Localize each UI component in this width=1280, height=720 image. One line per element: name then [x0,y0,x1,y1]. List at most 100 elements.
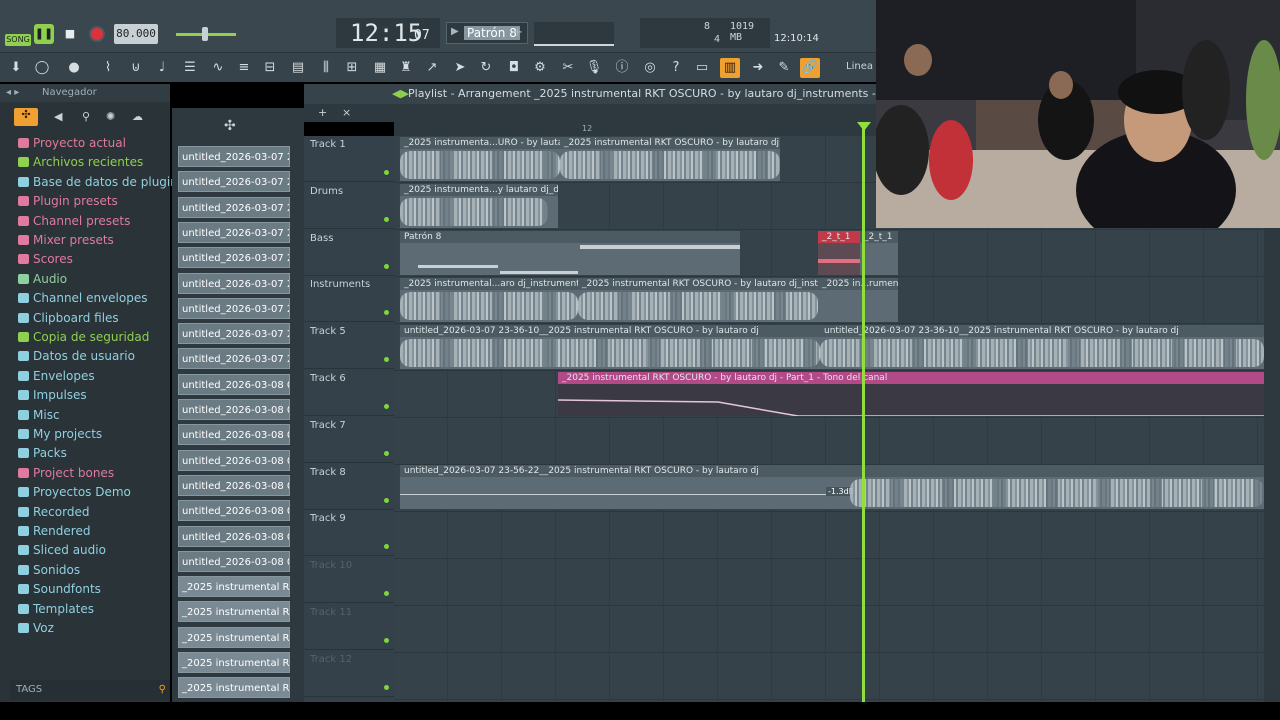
project-icon[interactable]: ▦ [370,58,390,78]
track-enable-led[interactable] [384,497,389,503]
disk-icon[interactable]: ◘ [504,58,524,78]
picker-clip[interactable]: untitled_2026-03-08 00-... [178,500,290,522]
playlist-icon[interactable]: ▤ [288,58,308,78]
picker-clip[interactable]: untitled_2026-03-07 23-... [178,196,290,218]
picker-clip[interactable]: untitled_2026-03-07 23-... [178,221,290,243]
tempo-display[interactable]: 80.000 [114,24,158,44]
browser-options-icon[interactable]: ✣ [14,108,38,126]
picker-clip[interactable]: _2025 instrumental R... [178,652,290,673]
snap-label[interactable]: Linea [846,61,873,72]
tags-bar[interactable]: TAGS ⚲ [10,680,170,700]
pattern-clip[interactable]: _2_t_1 [860,231,898,275]
mixer-icon[interactable]: ☰ [180,58,200,78]
pattern-icon[interactable]: ⊟ [260,58,280,78]
vertical-scrollbar[interactable] [1264,228,1280,702]
browser-arrows-icon[interactable]: ◂ ▸ [6,87,19,98]
picker-clip[interactable]: untitled_2026-03-07 23-... [178,272,290,294]
picker-clip[interactable]: untitled_2026-03-08 00-... [178,474,290,496]
browser-item[interactable]: Templates [18,600,94,618]
pause-button[interactable]: ❚❚ [34,24,54,44]
pattern-clip[interactable]: _2025 instrumental RKT OSCURO - by lauta… [578,278,818,322]
picker-clip[interactable]: untitled_2026-03-07 23-... [178,348,290,370]
track-enable-led[interactable] [384,357,389,363]
picker-clip[interactable]: untitled_2026-03-07 23-... [178,146,290,167]
track-enable-led[interactable] [384,684,389,690]
browser-item[interactable]: Scores [18,250,73,268]
pattern-clip[interactable]: _2_t_1 [818,231,860,275]
record-mode-icon[interactable]: ● [64,58,84,78]
track-header[interactable]: Track 6 [304,370,394,416]
track-header[interactable]: Track 1 [304,136,394,182]
track-header[interactable]: Track 11 [304,604,394,650]
browser-item[interactable]: Impulses [18,386,87,404]
picker-clip[interactable]: untitled_2026-03-07 23-... [178,171,290,193]
browser-item[interactable]: Clipboard files [18,309,119,327]
save-icon[interactable]: ⬇ [6,58,26,78]
track-enable-led[interactable] [384,638,389,643]
track-enable-led[interactable] [384,450,389,456]
browser-folder-icon[interactable]: ◀ [54,110,62,123]
pattern-clip[interactable]: Patrón 8 [400,231,740,275]
browser-item[interactable]: Sonidos [18,561,80,579]
typing-keyboard-icon[interactable]: ⌇ [98,58,118,78]
track-enable-led[interactable] [384,263,389,269]
picker-move-icon[interactable]: ✣ [224,118,236,134]
plugin-icon[interactable]: ♜ [396,58,416,78]
tags-search-icon[interactable]: ⚲ [159,680,166,700]
track-header[interactable]: Track 5 [304,323,394,370]
metronome-icon[interactable]: ◯ [32,58,52,78]
browser-item[interactable]: Copia de seguridad [18,328,149,346]
picker-clip[interactable]: untitled_2026-03-08 00-... [178,550,290,572]
link-icon[interactable]: 🔗 [800,58,820,78]
browser-item[interactable]: Misc [18,406,60,424]
browser-item[interactable]: Voz [18,619,54,637]
picker-clip[interactable]: untitled_2026-03-07 23-... [178,247,290,269]
browser-item[interactable]: Recorded [18,503,89,521]
browser-item[interactable]: My projects [18,425,102,443]
track-enable-led[interactable] [384,544,389,550]
track-enable-led[interactable] [384,216,389,222]
picker-clip[interactable]: _2025 instrumental R... [178,576,290,598]
piano-roll-icon[interactable]: ⊞ [342,58,362,78]
picker-clip[interactable]: untitled_2026-03-08 00-... [178,373,290,395]
pattern-clip[interactable]: _2025 instrumental...aro dj_instruments [400,278,578,322]
playhead-marker-icon[interactable] [857,122,871,131]
playlist-arrow-icon[interactable]: ◀▶ [392,84,409,104]
track-header[interactable]: Track 9 [304,510,394,557]
browser-plugin-icon[interactable]: ✺ [106,110,115,123]
add-pattern-icon[interactable]: + [512,25,523,40]
playlist-add-icon[interactable]: + [318,106,327,119]
playlist-close-icon[interactable]: × [342,106,351,119]
track-header[interactable]: Track 8 [304,464,394,510]
help-icon[interactable]: ? [666,58,686,78]
track-enable-led[interactable] [384,310,389,316]
browser-item[interactable]: Channel presets [18,212,130,230]
track-header[interactable]: Track 12 [304,651,394,697]
cut-icon[interactable]: ✂ [558,58,578,78]
pattern-clip[interactable]: _2025 instrumental RKT OSCURO - by lauta… [560,137,780,181]
automation-clip[interactable]: _2025 instrumental RKT OSCURO - by lauta… [558,372,1264,416]
plugin-picker-icon[interactable]: ⚙ [530,58,550,78]
browser-item[interactable]: Envelopes [18,367,95,385]
refresh-icon[interactable]: ↻ [476,58,496,78]
arrow-right-icon[interactable]: ➜ [748,58,768,78]
browser-item[interactable]: Mixer presets [18,231,114,249]
browser-item[interactable]: Packs [18,444,67,462]
picker-clip[interactable]: untitled_2026-03-07 23-... [178,297,290,319]
pattern-clip[interactable]: _2025 instrumenta...URO - by lautaro dj [400,137,560,181]
wait-icon[interactable]: ∿ [208,58,228,78]
picker-clip[interactable]: _2025 instrumental R... [178,601,290,623]
browser-item[interactable]: Channel envelopes [18,289,147,307]
browser-cloud-icon[interactable]: ☁ [132,110,143,123]
track-header[interactable]: Drums [304,183,394,229]
song-position[interactable]: 12:15 07 [336,18,440,48]
track-header[interactable]: Track 7 [304,417,394,463]
browser-item[interactable]: Base de datos de plugins [18,173,184,191]
track-header[interactable]: Bass [304,230,394,276]
chat-icon[interactable]: ◎ [640,58,660,78]
browser-item[interactable]: Datos de usuario [18,347,135,365]
info-icon[interactable]: ⓘ [612,58,632,78]
pattern-selector[interactable]: ▶ Patrón 8 + [446,22,528,44]
snap-icon[interactable]: ▥ [720,58,740,78]
track-header[interactable]: Instruments [304,276,394,323]
